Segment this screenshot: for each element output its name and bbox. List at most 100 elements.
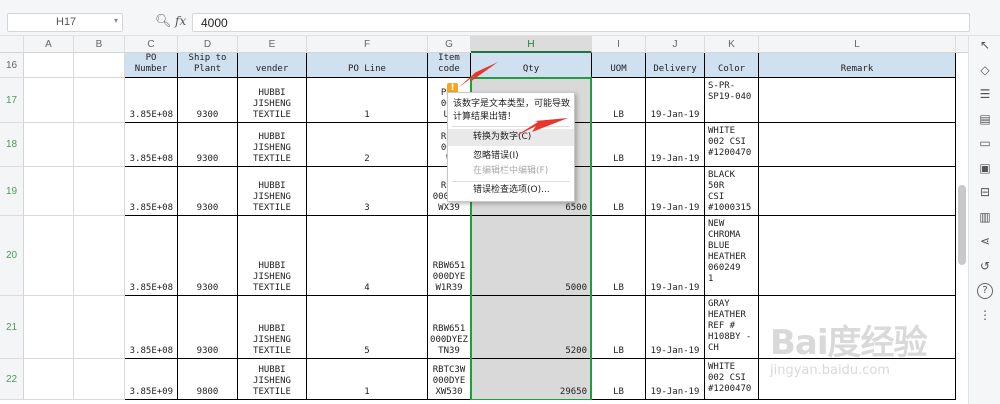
magnifier-icon[interactable]: 🔍︎ bbox=[155, 14, 172, 29]
cell-color[interactable]: WHITE 002 CSI #1200470 bbox=[705, 359, 759, 400]
chart-icon[interactable]: ▥ bbox=[977, 210, 993, 226]
format-icon[interactable]: ▤ bbox=[977, 112, 993, 128]
error-checking-options-item[interactable]: 错误检查选项(O)... bbox=[448, 182, 574, 199]
cell-color[interactable]: NEW CHROMA BLUE HEATHER 060249 1 bbox=[705, 216, 759, 296]
cell-b18[interactable] bbox=[74, 123, 125, 167]
cell-delivery[interactable]: 19-Jan-19 bbox=[646, 123, 705, 167]
cell-uom[interactable]: LB bbox=[592, 123, 646, 167]
share-icon[interactable]: ⋖ bbox=[977, 234, 993, 250]
column-header-l[interactable]: L bbox=[759, 36, 956, 53]
cell-color[interactable]: S-PR- SP19-040 bbox=[705, 78, 759, 123]
cell-remark[interactable] bbox=[759, 216, 956, 296]
more-icon[interactable]: ⋮ bbox=[977, 308, 993, 324]
cell-delivery[interactable]: 19-Jan-19 bbox=[646, 296, 705, 359]
vertical-scrollbar[interactable] bbox=[958, 185, 966, 265]
header-remark[interactable]: Remark bbox=[759, 53, 956, 78]
cell-color[interactable]: WHITE 002 CSI #1200470 bbox=[705, 123, 759, 167]
cell-vender[interactable]: HUBBI JISHENG TEXTILE bbox=[238, 167, 307, 216]
cell-vender[interactable]: HUBBI JISHENG TEXTILE bbox=[238, 78, 307, 123]
header-color[interactable]: Color bbox=[705, 53, 759, 78]
cursor-icon[interactable]: ↖ bbox=[977, 38, 993, 54]
cell-po-line[interactable]: 1 bbox=[307, 78, 428, 123]
cell-vender[interactable]: HUBBI JISHENG TEXTILE bbox=[238, 216, 307, 296]
cell-ship-to[interactable]: 9300 bbox=[178, 78, 238, 123]
header-delivery[interactable]: Delivery bbox=[646, 53, 705, 78]
cell-delivery[interactable]: 19-Jan-19 bbox=[646, 167, 705, 216]
select-all-corner[interactable] bbox=[0, 36, 24, 53]
cell-qty[interactable]: 5200 bbox=[471, 296, 592, 359]
cell-b19[interactable] bbox=[74, 167, 125, 216]
cell-uom[interactable]: LB bbox=[592, 216, 646, 296]
cell-vender[interactable]: HUBBI JISHENG TEXTILE bbox=[238, 296, 307, 359]
cell-a21[interactable] bbox=[24, 296, 74, 359]
row-header-18[interactable]: 18 bbox=[0, 123, 24, 167]
cell-ship-to[interactable]: 9300 bbox=[178, 216, 238, 296]
cell-a20[interactable] bbox=[24, 216, 74, 296]
cell-color[interactable]: BLACK 50R CSI #1000315 bbox=[705, 167, 759, 216]
note-icon[interactable]: ▭ bbox=[977, 136, 993, 152]
cell-po-line[interactable]: 3 bbox=[307, 167, 428, 216]
cell-a19[interactable] bbox=[24, 167, 74, 216]
column-header-e[interactable]: E bbox=[238, 36, 307, 53]
cell-item-code[interactable]: RBW651 000DYE W1R39 bbox=[428, 216, 471, 296]
cell-ship-to[interactable]: 9300 bbox=[178, 167, 238, 216]
cell-po-number[interactable]: 3.85E+08 bbox=[125, 78, 178, 123]
cell-qty[interactable]: 29650 bbox=[471, 359, 592, 400]
cell-a16[interactable] bbox=[24, 53, 74, 78]
column-header-g[interactable]: G bbox=[428, 36, 471, 53]
cell-uom[interactable]: LB bbox=[592, 78, 646, 123]
header-po-line[interactable]: PO Line bbox=[307, 53, 428, 78]
cell-remark[interactable] bbox=[759, 167, 956, 216]
cell-po-number[interactable]: 3.85E+08 bbox=[125, 296, 178, 359]
cell-delivery[interactable]: 19-Jan-19 bbox=[646, 78, 705, 123]
column-header-b[interactable]: B bbox=[74, 36, 125, 53]
properties-icon[interactable]: ☰ bbox=[977, 87, 993, 103]
cell-qty[interactable]: 5000 bbox=[471, 216, 592, 296]
cell-remark[interactable] bbox=[759, 123, 956, 167]
cell-ship-to[interactable]: 9800 bbox=[178, 359, 238, 400]
cell-b16[interactable] bbox=[74, 53, 125, 78]
header-uom[interactable]: UOM bbox=[592, 53, 646, 78]
cell-a17[interactable] bbox=[24, 78, 74, 123]
cell-remark[interactable] bbox=[759, 78, 956, 123]
cell-a18[interactable] bbox=[24, 123, 74, 167]
cell-vender[interactable]: HUBBI JISHENG TEXTILE bbox=[238, 359, 307, 400]
cell-delivery[interactable]: 19-Jan-19 bbox=[646, 359, 705, 400]
image-gallery-icon[interactable]: ▣ bbox=[977, 161, 993, 177]
header-vender[interactable]: vender bbox=[238, 53, 307, 78]
row-header-19[interactable]: 19 bbox=[0, 167, 24, 216]
column-header-c[interactable]: C bbox=[125, 36, 178, 53]
column-header-j[interactable]: J bbox=[646, 36, 705, 53]
column-header-d[interactable]: D bbox=[178, 36, 238, 53]
row-header-16[interactable]: 16 bbox=[0, 53, 24, 78]
cell-ship-to[interactable]: 9300 bbox=[178, 296, 238, 359]
cell-po-line[interactable]: 1 bbox=[307, 359, 428, 400]
formula-input[interactable]: 4000 bbox=[192, 13, 970, 32]
header-item-code[interactable]: Item code bbox=[428, 53, 471, 78]
cell-vender[interactable]: HUBBI JISHENG TEXTILE bbox=[238, 123, 307, 167]
convert-to-number-item[interactable]: 转换为数字(C) bbox=[448, 129, 574, 146]
column-header-a[interactable]: A bbox=[24, 36, 74, 53]
cell-ship-to[interactable]: 9300 bbox=[178, 123, 238, 167]
header-qty[interactable]: Qty bbox=[471, 53, 592, 78]
name-box[interactable]: H17 ▾ bbox=[7, 13, 123, 32]
cell-b20[interactable] bbox=[74, 216, 125, 296]
cell-po-number[interactable]: 3.85E+08 bbox=[125, 167, 178, 216]
column-header-i[interactable]: I bbox=[592, 36, 646, 53]
cell-b21[interactable] bbox=[74, 296, 125, 359]
cell-delivery[interactable]: 19-Jan-19 bbox=[646, 216, 705, 296]
cell-b22[interactable] bbox=[74, 359, 125, 400]
row-header-22[interactable]: 22 bbox=[0, 359, 24, 400]
table-style-icon[interactable]: ⊟ bbox=[977, 185, 993, 201]
cell-po-line[interactable]: 5 bbox=[307, 296, 428, 359]
cell-po-number[interactable]: 3.85E+08 bbox=[125, 123, 178, 167]
cell-a22[interactable] bbox=[24, 359, 74, 400]
row-header-20[interactable]: 20 bbox=[0, 216, 24, 296]
row-header-21[interactable]: 21 bbox=[0, 296, 24, 359]
history-icon[interactable]: ↺ bbox=[977, 259, 993, 275]
cell-uom[interactable]: LB bbox=[592, 167, 646, 216]
header-ship-to[interactable]: Ship to Plant bbox=[178, 53, 238, 78]
chevron-down-icon[interactable]: ▾ bbox=[114, 16, 118, 25]
cell-po-number[interactable]: 3.85E+09 bbox=[125, 359, 178, 400]
cell-po-line[interactable]: 2 bbox=[307, 123, 428, 167]
